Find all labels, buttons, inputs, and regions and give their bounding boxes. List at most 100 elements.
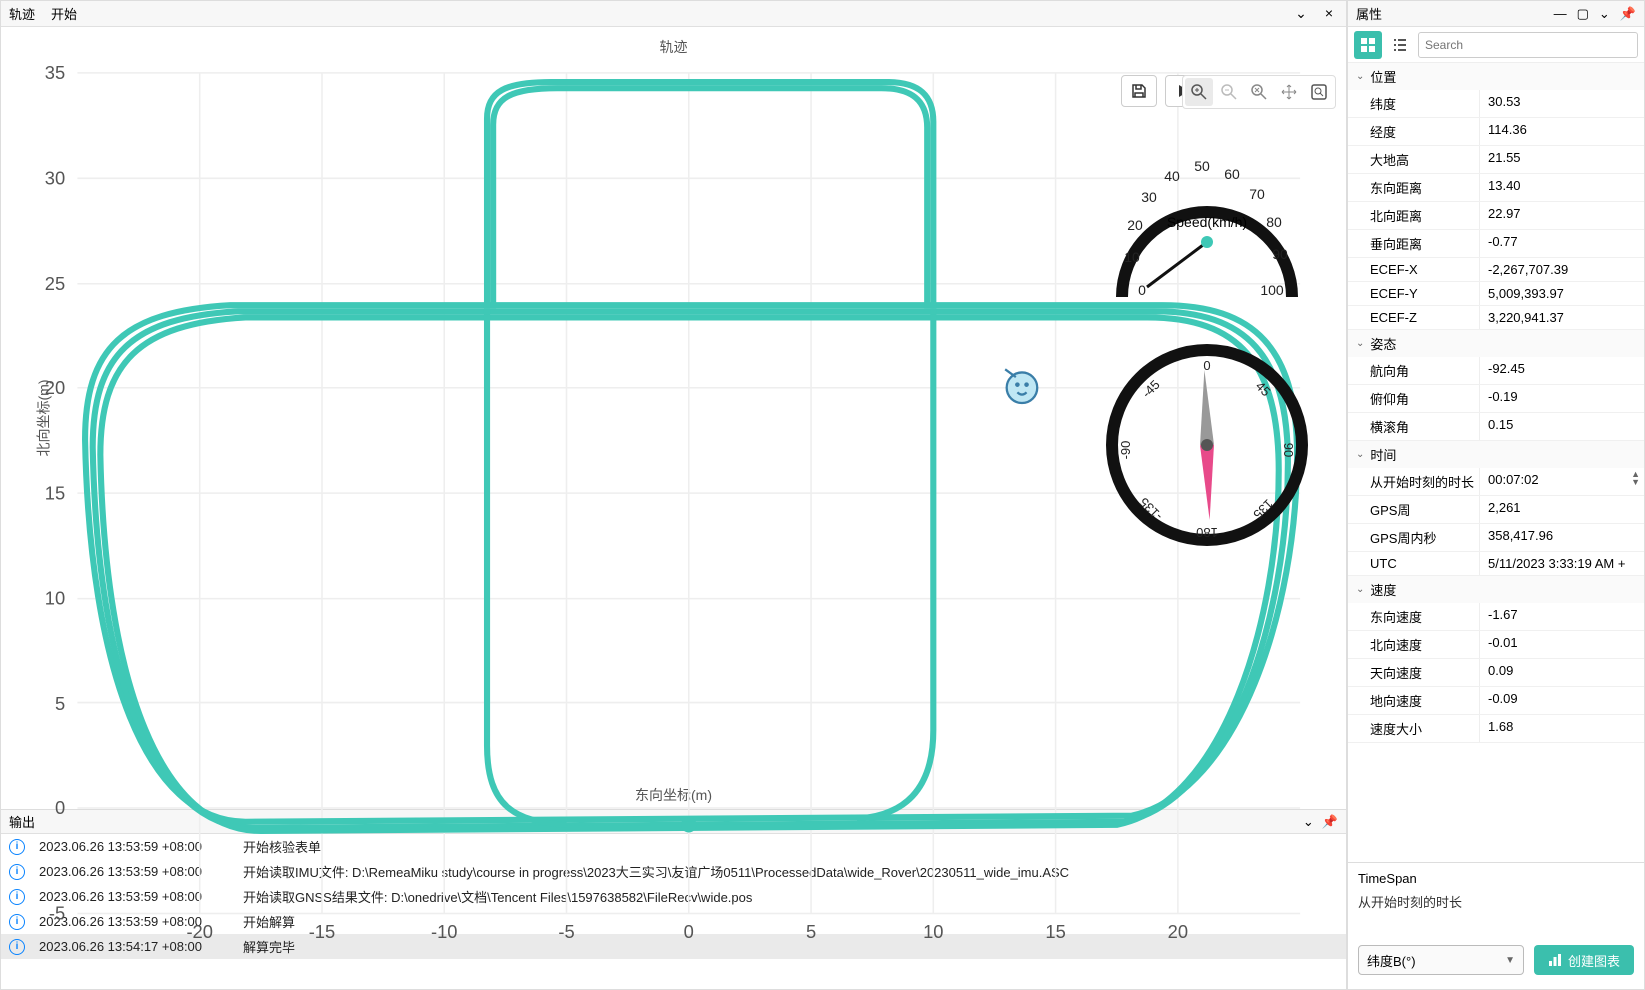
property-key: ECEF-Z	[1348, 306, 1480, 329]
properties-titlebar: 属性 — ▢ ⌄ 📌	[1348, 1, 1644, 27]
props-minimize-icon[interactable]: —	[1554, 6, 1567, 22]
svg-text:90: 90	[1272, 246, 1288, 262]
property-key: 大地高	[1348, 146, 1480, 173]
property-row[interactable]: UTC 5/11/2023 3:33:19 AM +	[1348, 552, 1644, 576]
property-row[interactable]: GPS周 2,261	[1348, 496, 1644, 524]
svg-text:80: 80	[1266, 214, 1282, 230]
svg-text:0: 0	[55, 797, 65, 818]
property-key: 从开始时刻的时长	[1348, 468, 1480, 495]
save-button[interactable]	[1121, 75, 1157, 107]
chevron-down-icon: ▼	[1505, 955, 1515, 966]
svg-text:20: 20	[1168, 921, 1188, 942]
property-value[interactable]: 114.36	[1480, 118, 1644, 145]
property-value[interactable]: -92.45	[1480, 357, 1644, 384]
property-row[interactable]: 天向速度 0.09	[1348, 659, 1644, 687]
property-value[interactable]: -0.77	[1480, 230, 1644, 257]
save-icon	[1131, 83, 1147, 99]
property-key: 天向速度	[1348, 659, 1480, 686]
property-row[interactable]: 速度大小 1.68	[1348, 715, 1644, 743]
property-row[interactable]: GPS周内秒 358,417.96	[1348, 524, 1644, 552]
zoom-in-button[interactable]	[1185, 78, 1213, 106]
property-tree[interactable]: ⌄位置纬度 30.53经度 114.36大地高 21.55东向距离 13.40北…	[1348, 63, 1644, 862]
alphabetical-view-button[interactable]	[1386, 31, 1414, 59]
props-pin-icon[interactable]: 📌	[1620, 6, 1636, 22]
property-value[interactable]: -1.67	[1480, 603, 1644, 630]
zoom-out-button[interactable]	[1215, 78, 1243, 106]
property-value[interactable]: 0.15	[1480, 413, 1644, 440]
property-value[interactable]: -0.01	[1480, 631, 1644, 658]
svg-text:0: 0	[1138, 282, 1146, 298]
props-collapse-icon[interactable]: ⌄	[1599, 6, 1610, 22]
property-value[interactable]: 5/11/2023 3:33:19 AM +	[1480, 552, 1644, 575]
property-value[interactable]: -0.09	[1480, 687, 1644, 714]
property-row[interactable]: 东向速度 -1.67	[1348, 603, 1644, 631]
box-zoom-icon	[1310, 83, 1328, 101]
search-input[interactable]	[1418, 32, 1638, 58]
property-group-header[interactable]: ⌄时间	[1348, 441, 1644, 468]
property-key: 纬度	[1348, 90, 1480, 117]
chart-field-select[interactable]: 纬度B(°) ▼	[1358, 945, 1524, 975]
property-value[interactable]: 3,220,941.37	[1480, 306, 1644, 329]
zoom-out-icon	[1220, 83, 1238, 101]
chart-field-label: 纬度B(°)	[1367, 951, 1416, 970]
property-value[interactable]: 22.97	[1480, 202, 1644, 229]
property-key: UTC	[1348, 552, 1480, 575]
property-key: 北向距离	[1348, 202, 1480, 229]
svg-text:5: 5	[55, 693, 65, 714]
property-row[interactable]: 东向距离 13.40	[1348, 174, 1644, 202]
property-value[interactable]: 358,417.96	[1480, 524, 1644, 551]
property-group-header[interactable]: ⌄位置	[1348, 63, 1644, 90]
property-row[interactable]: ECEF-Z 3,220,941.37	[1348, 306, 1644, 330]
svg-text:30: 30	[1141, 189, 1157, 205]
chevron-down-icon: ⌄	[1356, 71, 1364, 82]
zoom-reset-button[interactable]	[1245, 78, 1273, 106]
position-marker-icon	[1005, 369, 1037, 403]
property-row[interactable]: 垂向距离 -0.77	[1348, 230, 1644, 258]
property-row[interactable]: 地向速度 -0.09	[1348, 687, 1644, 715]
svg-text:10: 10	[923, 921, 943, 942]
property-group-header[interactable]: ⌄速度	[1348, 576, 1644, 603]
property-value[interactable]: 1.68	[1480, 715, 1644, 742]
box-zoom-button[interactable]	[1305, 78, 1333, 106]
svg-text:30: 30	[45, 167, 65, 188]
props-maximize-icon[interactable]: ▢	[1577, 6, 1589, 22]
property-row[interactable]: 大地高 21.55	[1348, 146, 1644, 174]
property-value[interactable]: 21.55	[1480, 146, 1644, 173]
categorized-view-button[interactable]	[1354, 31, 1382, 59]
property-row[interactable]: 经度 114.36	[1348, 118, 1644, 146]
spinner-icon[interactable]: ▲▼	[1631, 470, 1640, 486]
property-row[interactable]: 北向速度 -0.01	[1348, 631, 1644, 659]
property-value[interactable]: 5,009,393.97	[1480, 282, 1644, 305]
menu-start[interactable]: 开始	[51, 4, 77, 23]
property-value[interactable]: -0.19	[1480, 385, 1644, 412]
property-value[interactable]: -2,267,707.39	[1480, 258, 1644, 281]
create-chart-button[interactable]: 创建图表	[1534, 945, 1634, 975]
property-row[interactable]: 北向距离 22.97	[1348, 202, 1644, 230]
menu-trajectory[interactable]: 轨迹	[9, 4, 35, 23]
chart-icon	[1548, 953, 1562, 967]
property-group-header[interactable]: ⌄姿态	[1348, 330, 1644, 357]
svg-text:50: 50	[1194, 158, 1210, 174]
svg-text:15: 15	[45, 482, 65, 503]
property-value[interactable]: 2,261	[1480, 496, 1644, 523]
property-row[interactable]: ECEF-X -2,267,707.39	[1348, 258, 1644, 282]
property-row[interactable]: 从开始时刻的时长 00:07:02▲▼	[1348, 468, 1644, 496]
trajectory-chart[interactable]: 轨迹 北向坐标(m) 东向坐标(m) -20 -15 -10 -5	[1, 27, 1346, 809]
svg-text:90: 90	[1281, 443, 1296, 457]
property-row[interactable]: 纬度 30.53	[1348, 90, 1644, 118]
property-value[interactable]: 13.40	[1480, 174, 1644, 201]
svg-text:10: 10	[45, 588, 65, 609]
property-row[interactable]: 横滚角 0.15	[1348, 413, 1644, 441]
plot-toolbar	[1182, 75, 1336, 109]
window-collapse-icon[interactable]: ⌄	[1292, 5, 1310, 22]
property-row[interactable]: 俯仰角 -0.19	[1348, 385, 1644, 413]
property-value[interactable]: 00:07:02▲▼	[1480, 468, 1644, 495]
svg-text:0: 0	[684, 921, 694, 942]
svg-text:15: 15	[1045, 921, 1065, 942]
property-row[interactable]: ECEF-Y 5,009,393.97	[1348, 282, 1644, 306]
property-value[interactable]: 30.53	[1480, 90, 1644, 117]
window-close-icon[interactable]: ×	[1320, 5, 1338, 22]
property-row[interactable]: 航向角 -92.45	[1348, 357, 1644, 385]
property-value[interactable]: 0.09	[1480, 659, 1644, 686]
pan-button[interactable]	[1275, 78, 1303, 106]
